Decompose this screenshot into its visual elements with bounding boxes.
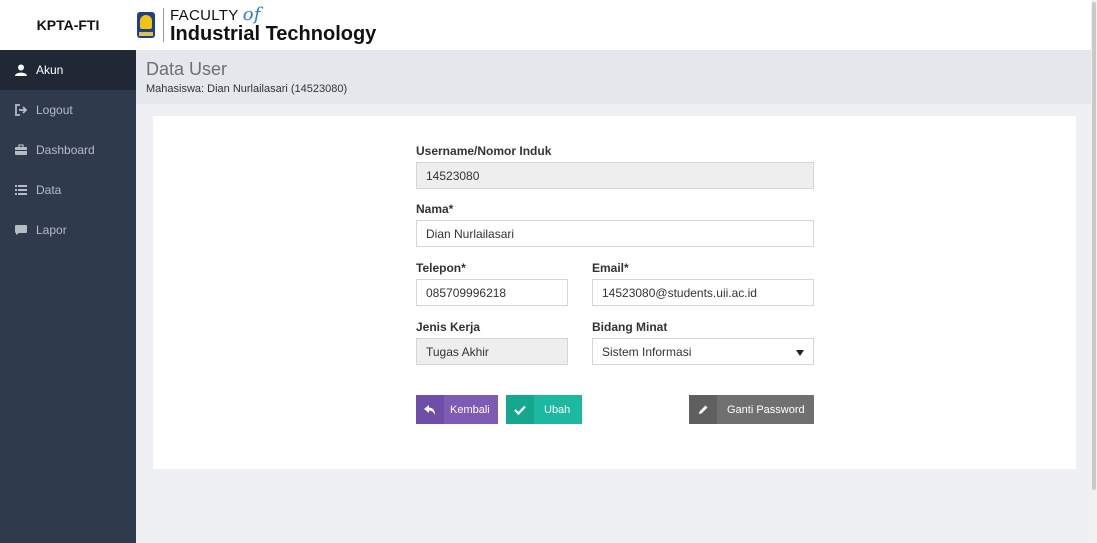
check-icon xyxy=(506,395,534,424)
nama-field[interactable]: Dian Nurlailasari xyxy=(416,220,814,247)
list-icon xyxy=(14,184,28,196)
jenis-kerja-field: Tugas Akhir xyxy=(416,338,568,365)
scrollbar-thumb[interactable] xyxy=(1092,2,1096,490)
logout-icon xyxy=(14,104,28,116)
pencil-icon xyxy=(689,395,717,424)
logo-faculty-word: FACULTY xyxy=(170,7,239,24)
university-seal-icon xyxy=(137,12,155,38)
logo-of-word: of xyxy=(242,4,261,25)
bidang-minat-select[interactable]: Sistem Informasi xyxy=(592,338,814,365)
dropdown-caret-icon xyxy=(796,345,804,359)
sidebar-item-label: Dashboard xyxy=(36,143,95,157)
username-group: Username/Nomor Induk 14523080 xyxy=(416,144,814,189)
email-label: Email* xyxy=(592,261,629,275)
nama-label: Nama* xyxy=(416,202,454,216)
nama-group: Nama* Dian Nurlailasari xyxy=(416,202,814,247)
kembali-label: Kembali xyxy=(450,403,490,416)
bidang-minat-value: Sistem Informasi xyxy=(602,344,692,359)
reply-icon xyxy=(416,395,444,424)
sidebar-item-data[interactable]: Data xyxy=(0,170,136,210)
sidebar-item-label: Logout xyxy=(36,103,73,117)
email-field[interactable]: 14523080@students.uii.ac.id xyxy=(592,279,814,306)
kembali-button[interactable]: Kembali xyxy=(416,395,498,424)
faculty-logo: FACULTY of Industrial Technology xyxy=(137,4,376,46)
logo-divider xyxy=(163,8,164,42)
briefcase-icon xyxy=(14,144,28,156)
comment-icon xyxy=(14,224,28,236)
username-label: Username/Nomor Induk xyxy=(416,144,552,158)
ubah-button[interactable]: Ubah xyxy=(506,395,583,424)
telepon-group: Telepon* 085709996218 xyxy=(416,261,568,306)
page-scrollbar[interactable] xyxy=(1091,0,1097,543)
app-brand[interactable]: KPTA-FTI xyxy=(0,0,136,50)
telepon-label: Telepon* xyxy=(416,261,466,275)
ubah-label: Ubah xyxy=(544,403,571,416)
bidang-minat-group: Bidang Minat Sistem Informasi xyxy=(592,320,814,365)
sidebar-item-akun[interactable]: Akun xyxy=(0,50,136,90)
sidebar-item-logout[interactable]: Logout xyxy=(0,90,136,130)
sidebar-item-label: Lapor xyxy=(36,223,67,237)
sidebar-item-lapor[interactable]: Lapor xyxy=(0,210,136,250)
sidebar: Akun Logout Dashboard Data Lapor xyxy=(0,50,136,543)
main-content: Data User Mahasiswa: Dian Nurlailasari (… xyxy=(136,50,1091,543)
email-group: Email* 14523080@students.uii.ac.id xyxy=(592,261,814,306)
page-subtitle: Mahasiswa: Dian Nurlailasari (14523080) xyxy=(146,83,348,95)
page-header: Data User Mahasiswa: Dian Nurlailasari (… xyxy=(136,50,1091,104)
sidebar-item-label: Akun xyxy=(36,63,64,77)
logo-line-industrial: Industrial Technology xyxy=(170,23,377,45)
top-bar: KPTA-FTI FACULTY of Industrial Technolog… xyxy=(0,0,1091,50)
form-panel: Username/Nomor Induk 14523080 Nama* Dian… xyxy=(153,116,1076,469)
bidang-minat-label: Bidang Minat xyxy=(592,320,668,334)
jenis-kerja-label: Jenis Kerja xyxy=(416,320,481,334)
user-icon xyxy=(14,64,28,76)
ganti-password-label: Ganti Password xyxy=(727,403,805,416)
logo-text: FACULTY of Industrial Technology xyxy=(170,6,377,45)
username-field: 14523080 xyxy=(416,162,814,189)
ganti-password-button[interactable]: Ganti Password xyxy=(689,395,814,424)
jenis-kerja-group: Jenis Kerja Tugas Akhir xyxy=(416,320,568,365)
page-title: Data User xyxy=(146,59,228,79)
logo-line-faculty: FACULTY of xyxy=(170,6,376,24)
sidebar-item-label: Data xyxy=(36,183,62,197)
sidebar-item-dashboard[interactable]: Dashboard xyxy=(0,130,136,170)
telepon-field[interactable]: 085709996218 xyxy=(416,279,568,306)
